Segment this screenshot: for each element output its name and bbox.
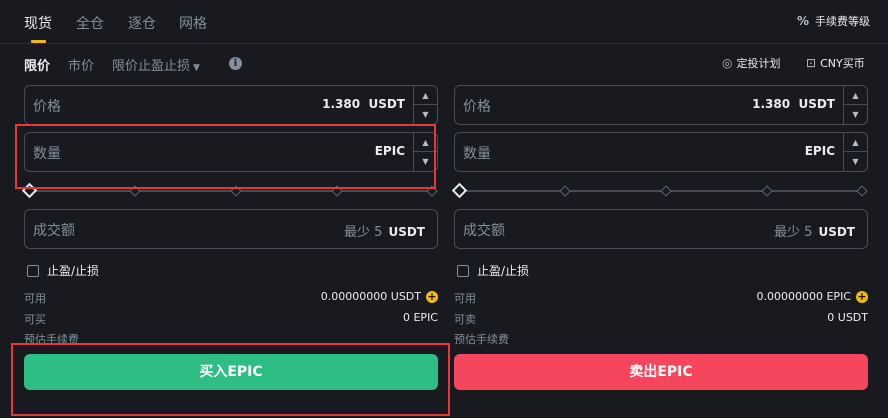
info-icon[interactable]: i: [229, 57, 242, 70]
sell-total-unit: USDT: [818, 225, 855, 239]
top-bar: 现货 全仓 逐仓 网格 % 手续费等级: [0, 0, 888, 44]
sell-available-row: 可用 0.00000000 EPIC +: [454, 290, 868, 306]
buy-available-value: 0.00000000 USDT: [320, 290, 421, 303]
sell-price-value: 1.380 USDT: [752, 97, 835, 111]
caret-down-icon: ▼: [193, 63, 200, 73]
slider-node-50[interactable]: [230, 185, 242, 197]
stop-limit-label: 限价止盈止损: [112, 59, 191, 74]
slider-handle[interactable]: [21, 182, 38, 199]
tab-cross-margin[interactable]: 全仓: [76, 13, 104, 33]
sell-amount-field[interactable]: 数量 EPIC ▲ ▼: [454, 132, 868, 172]
slider-node-75[interactable]: [331, 185, 343, 197]
buy-total-label: 成交额: [33, 223, 75, 239]
sell-amount-slider[interactable]: [451, 182, 868, 199]
sell-price-stepper: ▲ ▼: [843, 86, 867, 124]
buy-tpsl-toggle[interactable]: 止盈/止损: [27, 262, 99, 279]
buy-price-decrement-icon[interactable]: ▼: [414, 105, 437, 124]
buy-amount-field[interactable]: 数量 EPIC ▲ ▼: [24, 132, 438, 172]
sell-price-unit: USDT: [798, 97, 835, 111]
buy-price-number: 1.380: [322, 97, 361, 111]
tab-spot[interactable]: 现货: [24, 13, 52, 33]
buy-available-label: 可用: [24, 292, 46, 305]
dca-plan-link[interactable]: ◎ 定投计划: [722, 55, 780, 71]
buy-amount-increment-icon[interactable]: ▲: [414, 133, 437, 152]
buy-total-unit: USDT: [388, 225, 425, 239]
dca-plan-label: 定投计划: [736, 57, 781, 70]
buy-max-label: 可买: [24, 313, 46, 326]
cny-buy-label: CNY买币: [820, 57, 865, 70]
sell-button[interactable]: 卖出EPIC: [454, 354, 868, 390]
buy-price-unit: USDT: [368, 97, 405, 111]
slider-node-25[interactable]: [559, 185, 571, 197]
buy-total-value: 最少 5 USDT: [344, 221, 425, 240]
slider-node-50[interactable]: [660, 185, 672, 197]
buy-amount-unit: EPIC: [374, 144, 405, 158]
order-type-stop-limit[interactable]: 限价止盈止损 ▼: [112, 55, 200, 74]
sell-amount-label: 数量: [463, 146, 491, 162]
buy-total-field[interactable]: 成交额 最少 5 USDT: [24, 209, 438, 249]
fee-level-label: 手续费等级: [815, 15, 870, 28]
sell-max-value: 0 USDT: [827, 311, 868, 324]
slider-handle[interactable]: [451, 182, 468, 199]
sell-price-decrement-icon[interactable]: ▼: [844, 105, 867, 124]
cny-buy-link[interactable]: ⊡ CNY买币: [806, 55, 865, 71]
buy-amount-slider[interactable]: [21, 182, 438, 199]
buy-fee-row: 预估手续费: [24, 331, 438, 347]
deposit-plus-icon[interactable]: +: [426, 290, 438, 303]
buy-price-value: 1.380 USDT: [322, 97, 405, 111]
sell-price-number: 1.380: [752, 97, 791, 111]
buy-amount-decrement-icon[interactable]: ▼: [414, 152, 437, 171]
buy-tpsl-checkbox[interactable]: [27, 264, 39, 277]
sell-tpsl-toggle[interactable]: 止盈/止损: [457, 262, 529, 279]
slider-node-100[interactable]: [426, 185, 438, 197]
sell-total-field[interactable]: 成交额 最少 5 USDT: [454, 209, 868, 249]
deposit-plus-icon[interactable]: +: [856, 290, 868, 303]
buy-max-row: 可买 0 EPIC: [24, 311, 438, 327]
fee-level-link[interactable]: % 手续费等级: [797, 13, 870, 29]
lock-icon: ⊡: [806, 56, 817, 70]
buy-tpsl-label: 止盈/止损: [47, 264, 100, 278]
slider-node-100[interactable]: [856, 185, 868, 197]
sell-available-value-wrap: 0.00000000 EPIC +: [756, 290, 868, 303]
buy-price-field[interactable]: 价格 1.380 USDT ▲ ▼: [24, 85, 438, 125]
tab-grid[interactable]: 网格: [179, 13, 207, 33]
dca-icon: ◎: [722, 56, 733, 70]
buy-button[interactable]: 买入EPIC: [24, 354, 438, 390]
buy-amount-stepper: ▲ ▼: [413, 133, 437, 171]
sell-amount-unit: EPIC: [804, 144, 835, 158]
buy-available-row: 可用 0.00000000 USDT +: [24, 290, 438, 306]
sell-total-placeholder: 最少 5: [774, 225, 813, 240]
sell-max-label: 可卖: [454, 313, 476, 326]
sell-price-field[interactable]: 价格 1.380 USDT ▲ ▼: [454, 85, 868, 125]
sell-amount-stepper: ▲ ▼: [843, 133, 867, 171]
sell-amount-increment-icon[interactable]: ▲: [844, 133, 867, 152]
sell-total-label: 成交额: [463, 223, 505, 239]
slider-node-25[interactable]: [129, 185, 141, 197]
buy-price-label: 价格: [33, 99, 61, 115]
sell-available-label: 可用: [454, 292, 476, 305]
sell-price-increment-icon[interactable]: ▲: [844, 86, 867, 105]
sell-price-label: 价格: [463, 99, 491, 115]
sell-fee-label: 预估手续费: [454, 333, 509, 346]
sell-available-value: 0.00000000 EPIC: [756, 290, 852, 303]
sell-tpsl-label: 止盈/止损: [477, 264, 530, 278]
tab-isolated-margin[interactable]: 逐仓: [128, 13, 156, 33]
sell-fee-row: 预估手续费: [454, 331, 868, 347]
percent-icon: %: [796, 14, 809, 28]
buy-available-value-wrap: 0.00000000 USDT +: [321, 290, 438, 303]
buy-price-increment-icon[interactable]: ▲: [414, 86, 437, 105]
buy-amount-label: 数量: [33, 146, 61, 162]
buy-total-placeholder: 最少 5: [344, 225, 383, 240]
sell-max-row: 可卖 0 USDT: [454, 311, 868, 327]
order-type-limit[interactable]: 限价: [24, 55, 50, 74]
sell-tpsl-checkbox[interactable]: [457, 264, 469, 277]
active-tab-indicator: [31, 40, 46, 43]
buy-fee-label: 预估手续费: [24, 333, 79, 346]
order-type-market[interactable]: 市价: [68, 55, 94, 74]
buy-price-stepper: ▲ ▼: [413, 86, 437, 124]
sell-amount-decrement-icon[interactable]: ▼: [844, 152, 867, 171]
sell-total-value: 最少 5 USDT: [774, 221, 855, 240]
slider-node-75[interactable]: [761, 185, 773, 197]
buy-max-value: 0 EPIC: [402, 311, 438, 324]
